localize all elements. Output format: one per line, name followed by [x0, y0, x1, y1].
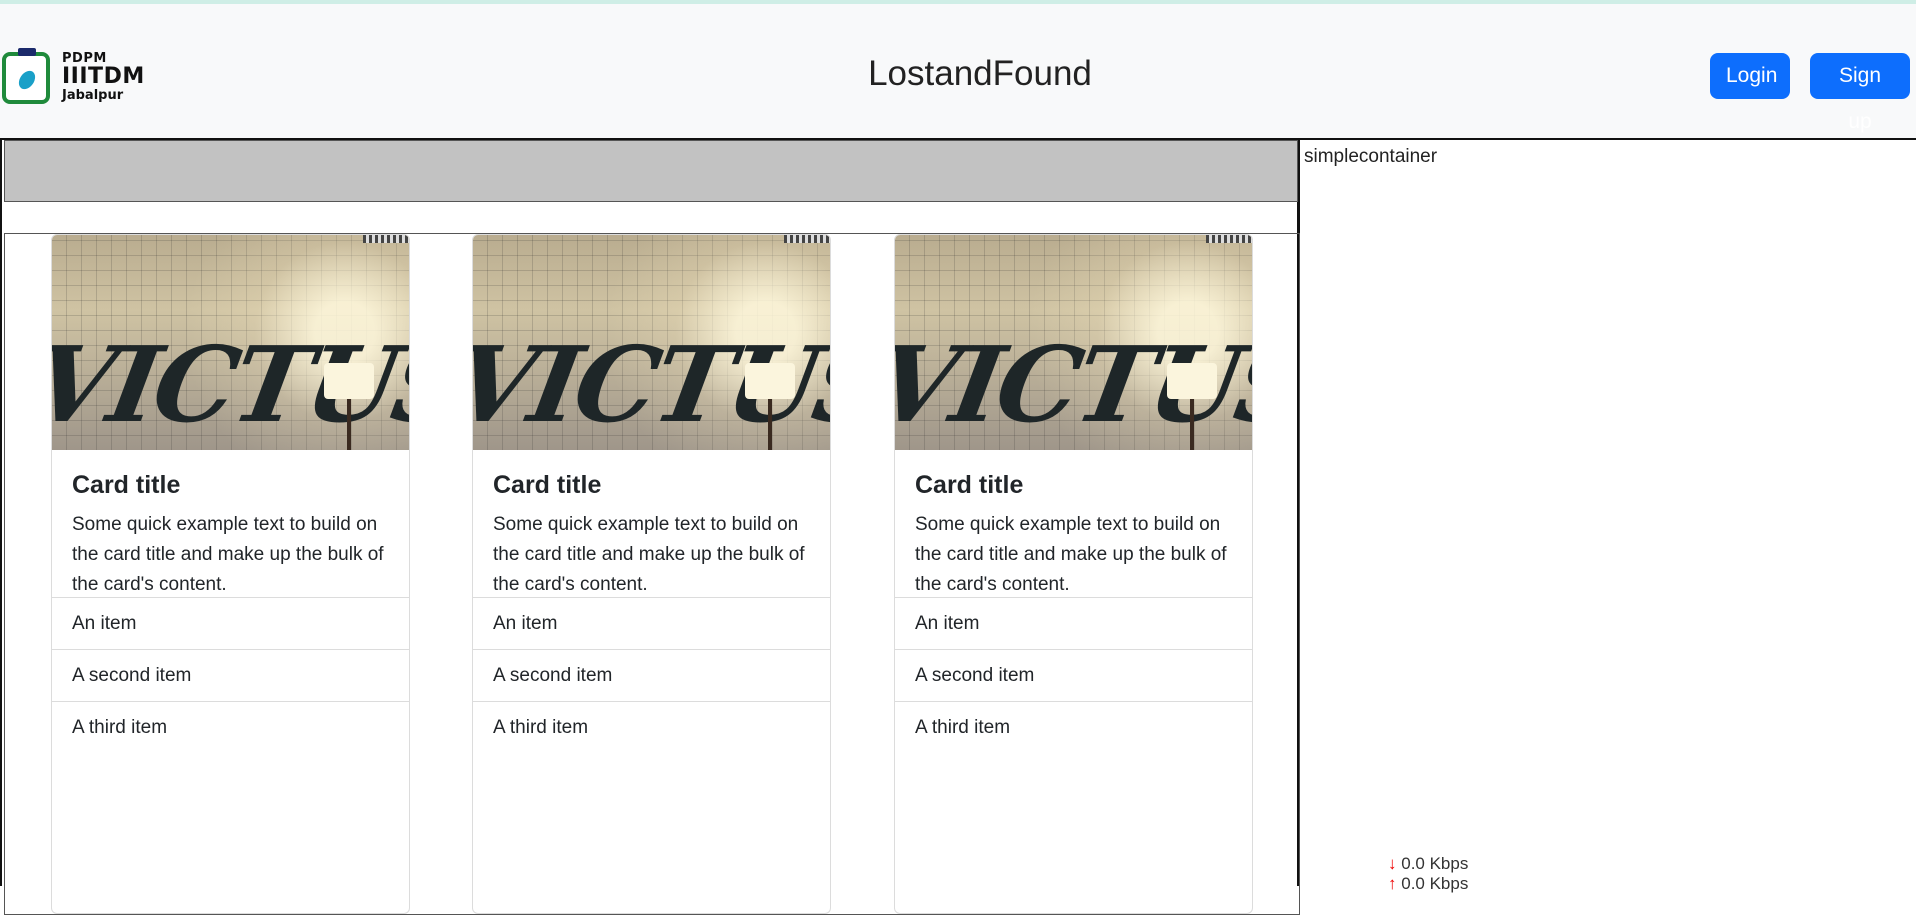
- card-title: Card title: [72, 471, 181, 499]
- upload-speed: 0.0 Kbps: [1401, 874, 1469, 893]
- download-arrow-icon: ↓: [1388, 854, 1397, 873]
- list-item: An item: [473, 597, 830, 649]
- signup-button[interactable]: Sign up: [1810, 53, 1910, 133]
- navbar: PDPM IIITDM Jabalpur LostandFound Login …: [0, 4, 1916, 140]
- card-title: Card title: [493, 471, 602, 499]
- login-button[interactable]: Login: [1710, 53, 1790, 99]
- card-text: Some quick example text to build on the …: [493, 514, 805, 595]
- list-item: A second item: [473, 649, 830, 701]
- list-item: A third item: [895, 701, 1252, 753]
- net-speed-widget: ↓ 0.0 Kbps ↑ 0.0 Kbps: [1388, 854, 1468, 894]
- card: VICTUS Card title Some quick example tex…: [51, 234, 410, 914]
- list-item: A third item: [473, 701, 830, 753]
- list-item: An item: [52, 597, 409, 649]
- card-text: Some quick example text to build on the …: [915, 514, 1227, 595]
- card-body: Card title Some quick example text to bu…: [895, 450, 1252, 597]
- upload-arrow-icon: ↑: [1388, 874, 1397, 893]
- list-item: A third item: [52, 701, 409, 753]
- side-container: simplecontainer ↓ 0.0 Kbps ↑ 0.0 Kbps: [1302, 140, 1916, 893]
- grey-banner: [4, 140, 1298, 202]
- card-image: VICTUS: [895, 235, 1252, 450]
- main-container: VICTUS Card title Some quick example tex…: [0, 140, 1300, 915]
- card-text: Some quick example text to build on the …: [72, 514, 384, 595]
- card-title: Card title: [915, 471, 1024, 499]
- card-image: VICTUS: [52, 235, 409, 450]
- list-item: A second item: [895, 649, 1252, 701]
- side-container-label: simplecontainer: [1304, 146, 1438, 167]
- card-image: VICTUS: [473, 235, 830, 450]
- card-body: Card title Some quick example text to bu…: [473, 450, 830, 597]
- card: VICTUS Card title Some quick example tex…: [472, 234, 831, 914]
- card: VICTUS Card title Some quick example tex…: [894, 234, 1253, 914]
- list-item: A second item: [52, 649, 409, 701]
- card-body: Card title Some quick example text to bu…: [52, 450, 409, 597]
- download-speed: 0.0 Kbps: [1401, 854, 1469, 873]
- cards-row: VICTUS Card title Some quick example tex…: [4, 233, 1300, 915]
- list-item: An item: [895, 597, 1252, 649]
- brand-title[interactable]: LostandFound: [0, 54, 1916, 94]
